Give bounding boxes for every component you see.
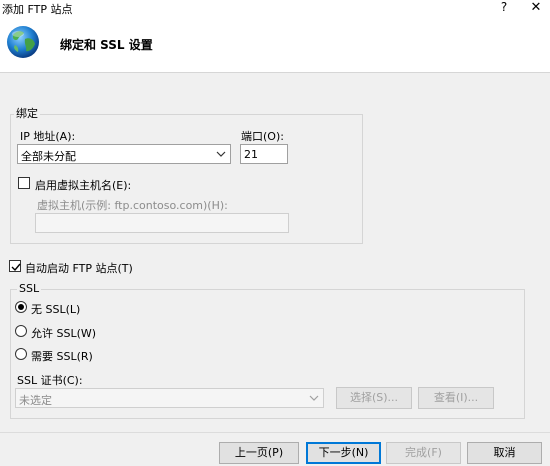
radio-selected-dot (18, 304, 24, 310)
require-ssl-label: 需要 SSL(R) (31, 350, 93, 363)
next-button[interactable]: 下一步(N) (306, 442, 381, 464)
globe-icon (7, 26, 39, 58)
add-ftp-site-dialog: 添加 FTP 站点 ? ✕ 绑定和 SSL 设置 绑定 IP 地址(A): 全部… (0, 0, 550, 466)
ip-address-select[interactable]: 全部未分配 (17, 144, 231, 164)
allow-ssl-label: 允许 SSL(W) (31, 327, 97, 340)
chevron-down-icon (216, 151, 226, 157)
port-input[interactable]: 21 (240, 144, 288, 164)
previous-button[interactable]: 上一页(P) (219, 442, 299, 464)
page-title: 绑定和 SSL 设置 (60, 38, 153, 52)
ip-address-value: 全部未分配 (21, 150, 76, 163)
ssl-cert-label: SSL 证书(C): (17, 374, 83, 387)
ssl-group-label: SSL (17, 282, 42, 295)
no-ssl-label: 无 SSL(L) (31, 303, 81, 316)
checkmark-icon (11, 263, 21, 272)
ssl-cert-value: 未选定 (19, 394, 52, 407)
chevron-down-icon (309, 395, 319, 401)
no-ssl-radio[interactable] (15, 301, 27, 313)
autostart-label: 自动启动 FTP 站点(T) (25, 262, 133, 275)
cancel-button[interactable]: 取消 (467, 442, 542, 464)
ip-address-label: IP 地址(A): (20, 130, 76, 143)
finish-button[interactable]: 完成(F) (386, 442, 461, 464)
autostart-checkbox[interactable] (9, 260, 21, 272)
help-button[interactable]: ? (497, 0, 511, 16)
port-value: 21 (244, 148, 258, 161)
virtual-host-checkbox-label: 启用虚拟主机名(E): (35, 179, 132, 192)
window-title: 添加 FTP 站点 (2, 3, 73, 16)
binding-group-label: 绑定 (14, 105, 40, 121)
ssl-cert-select[interactable]: 未选定 (15, 388, 324, 408)
virtual-host-field-label: 虚拟主机(示例: ftp.contoso.com)(H): (37, 199, 228, 212)
footer-divider (0, 432, 550, 433)
select-cert-button[interactable]: 选择(S)... (336, 387, 412, 409)
allow-ssl-radio[interactable] (15, 325, 27, 337)
wizard-header: 绑定和 SSL 设置 (0, 16, 550, 73)
virtual-host-input[interactable] (35, 213, 289, 233)
require-ssl-radio[interactable] (15, 348, 27, 360)
virtual-host-checkbox[interactable] (18, 177, 30, 189)
title-bar: 添加 FTP 站点 ? ✕ (0, 0, 550, 16)
view-cert-button[interactable]: 查看(I)... (418, 387, 494, 409)
port-label: 端口(O): (241, 130, 284, 143)
close-button[interactable]: ✕ (527, 0, 545, 16)
